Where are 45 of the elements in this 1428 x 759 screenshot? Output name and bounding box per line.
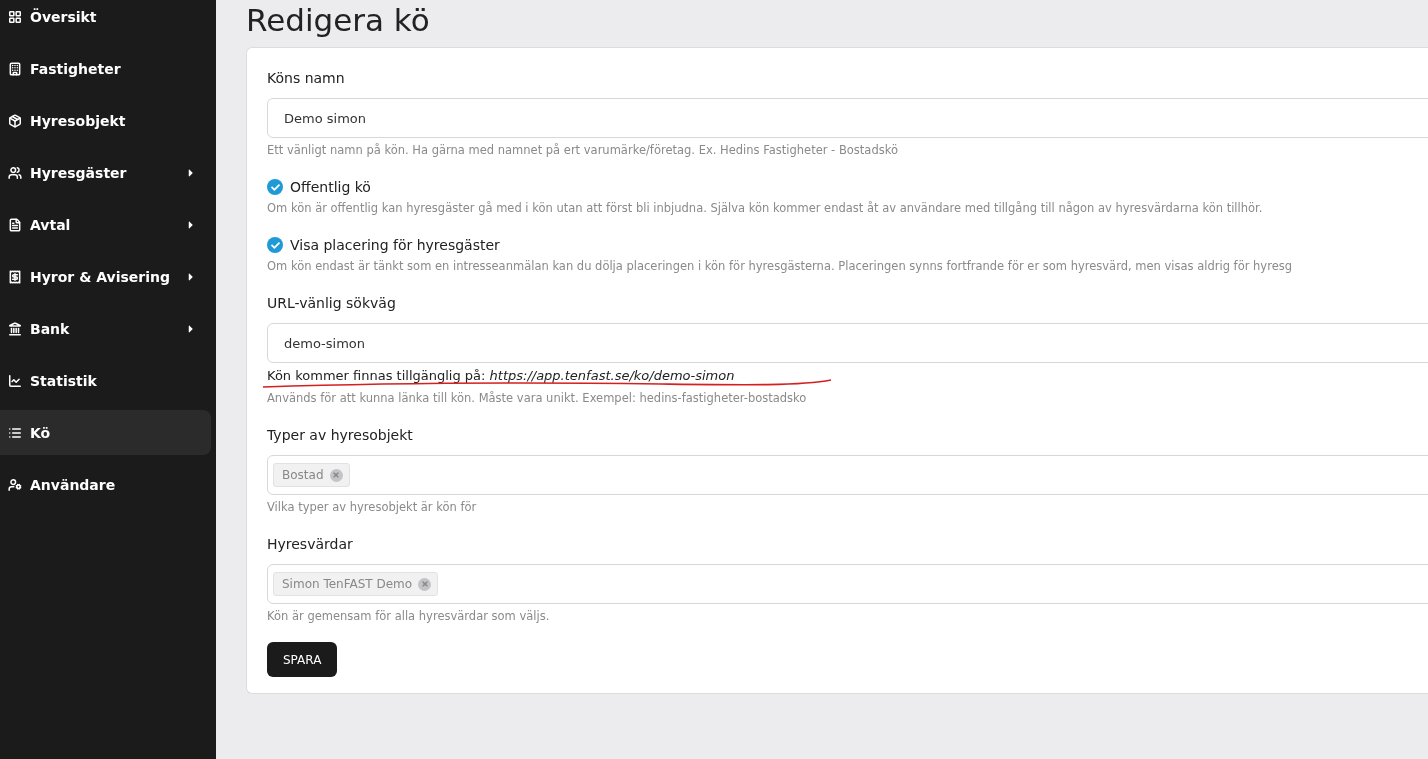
sidebar-item[interactable]: Kö (0, 410, 211, 455)
field-label: Typer av hyresobjekt (267, 427, 414, 443)
grid-icon (8, 9, 22, 24)
line-chart-icon (8, 373, 22, 388)
building-icon (8, 61, 22, 76)
field-label: URL-vänlig sökväg (267, 295, 397, 311)
sidebar-item[interactable]: Hyror & Avisering (0, 254, 211, 299)
help-text: Kön är gemensam för alla hyresvärdar som väljs. (267, 609, 551, 623)
help-text: Om kön är offentlig kan hyresgäster gå med i kön utan att först bli inbjudna. Själva kön kommer endast åt av användare med tillgång till någon av hyresvärdarna kön tillhör. (267, 201, 1264, 215)
box-icon (8, 113, 22, 128)
document-icon (8, 217, 22, 232)
sidebar-item[interactable]: Användare (0, 462, 211, 507)
sidebar-item[interactable]: Fastigheter (0, 46, 211, 91)
sidebar-item[interactable]: Hyresobjekt (0, 98, 211, 143)
checkbox[interactable] (267, 179, 283, 195)
help-text: Vilka typer av hyresobjekt är kön för (267, 500, 478, 514)
bank-icon (8, 321, 22, 336)
save-button[interactable]: SPARA (267, 642, 338, 677)
checkbox-label[interactable]: Offentlig kö (267, 179, 1428, 195)
list-icon (8, 425, 22, 440)
sidebar-item[interactable]: Hyresgäster (0, 150, 211, 195)
url-note: Kön kommer finnas tillgänglig på: https://app.tenfast.se/ko/demo-simon (267, 368, 736, 383)
help-text: Ett vänligt namn på kön. Ha gärna med namnet på ert varumärke/företag. Ex. Hedins Fastigheter - Bostadskö (267, 143, 899, 157)
text-input[interactable]: demo-simon (267, 323, 1428, 363)
sidebar-item[interactable]: Bank (0, 306, 211, 351)
text-input[interactable]: Demo simon (267, 98, 1428, 138)
check-icon (270, 240, 280, 250)
page-title: Redigera kö (246, 2, 431, 38)
help-text: Används för att kunna länka till kön. Måste vara unikt. Exempel: hedins-fastigheter-bostadsko (267, 391, 808, 405)
remove-icon[interactable] (329, 468, 343, 482)
sidebar-item[interactable]: Avtal (0, 202, 211, 247)
users-icon (8, 165, 22, 180)
sidebar-item[interactable]: Statistik (0, 358, 211, 403)
sidebar-item[interactable]: Översikt (0, 0, 211, 39)
checkbox[interactable] (267, 237, 283, 253)
field-label: Hyresvärdar (267, 536, 354, 552)
checkbox-label[interactable]: Visa placering för hyresgäster (267, 237, 1428, 253)
check-icon (270, 182, 280, 192)
field-label: Köns namn (267, 70, 346, 86)
tag-chip: Bostad (273, 463, 350, 487)
help-text: Om kön endast är tänkt som en intresseanmälan kan du dölja placeringen i kön för hyresgästerna. Placeringen synns fortfrande för er som hyresvärd, men visas aldrig för hyresg (267, 259, 1294, 273)
user-gear-icon (8, 477, 22, 492)
receipt-icon (8, 269, 22, 284)
tag-chip: Simon TenFAST Demo (273, 572, 439, 596)
remove-icon[interactable] (418, 577, 432, 591)
